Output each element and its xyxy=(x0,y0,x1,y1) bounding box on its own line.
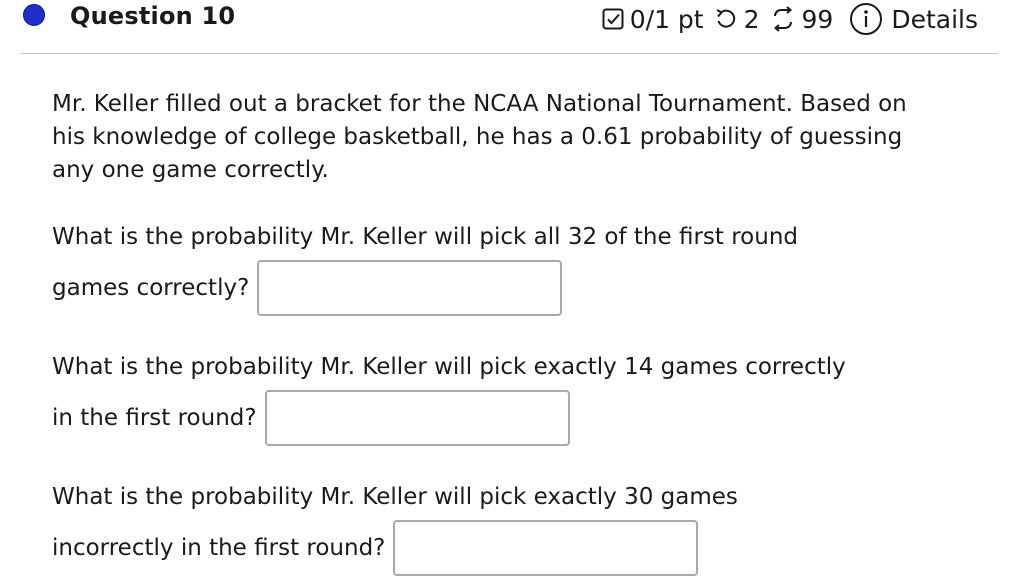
part-3-answer-input[interactable] xyxy=(393,520,699,576)
question-part-2: What is the probability Mr. Keller will … xyxy=(52,344,982,446)
status-dot-icon xyxy=(23,4,45,26)
question-header: Question 10 0/1 pt 2 99 Details xyxy=(0,0,1030,40)
info-icon xyxy=(850,3,883,35)
checkbox-icon xyxy=(602,8,624,30)
score-indicator: 0/1 pt xyxy=(602,5,704,34)
question-intro: Mr. Keller filled out a bracket for the … xyxy=(52,91,907,183)
part-1-prompt-line1: What is the probability Mr. Keller will … xyxy=(52,224,798,250)
attempts-indicator: 99 xyxy=(770,4,834,34)
part-2-answer-input[interactable] xyxy=(264,390,570,446)
attempts-count: 99 xyxy=(801,4,834,34)
retries-count: 2 xyxy=(743,4,760,34)
question-title: Question 10 xyxy=(70,2,236,30)
question-part-1: What is the probability Mr. Keller will … xyxy=(52,214,982,316)
question-meta: 0/1 pt 2 99 Details xyxy=(602,3,978,35)
details-button[interactable]: Details xyxy=(849,2,978,36)
header-divider xyxy=(20,53,998,54)
details-label[interactable]: Details xyxy=(891,5,978,34)
retry-icon xyxy=(716,9,735,28)
retries-indicator: 2 xyxy=(714,5,760,34)
part-2-prompt-line2: in the first round? xyxy=(52,405,257,431)
part-3-prompt-line1: What is the probability Mr. Keller will … xyxy=(52,484,738,510)
question-part-3: What is the probability Mr. Keller will … xyxy=(52,474,982,576)
part-2-prompt-line1: What is the probability Mr. Keller will … xyxy=(52,354,846,380)
attempts-icon xyxy=(773,6,792,32)
question-body: Mr. Keller filled out a bracket for the … xyxy=(52,88,982,187)
part-3-prompt-line2: incorrectly in the first round? xyxy=(52,535,386,561)
part-1-answer-input[interactable] xyxy=(257,260,563,316)
score-text: 0/1 pt xyxy=(629,4,704,34)
part-1-prompt-line2: games correctly? xyxy=(52,275,250,301)
